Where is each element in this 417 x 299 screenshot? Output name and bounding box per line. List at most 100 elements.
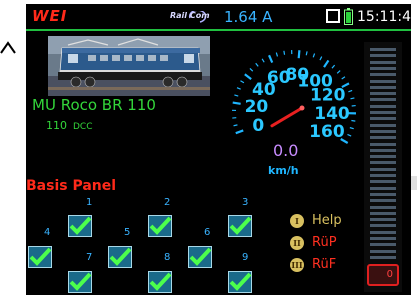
railcom-label: Rail Com (170, 11, 210, 20)
brand-label: WEI (32, 7, 68, 25)
speed-minor-tick (341, 76, 346, 80)
clock: 15:11:40 (357, 9, 411, 25)
speed-minor-tick (240, 80, 245, 84)
slider-notch (370, 211, 396, 215)
speed-minor-tick (275, 52, 279, 57)
speed-minor-tick (249, 67, 254, 72)
help-item-label: RüP (312, 235, 337, 250)
slider-notch (370, 161, 396, 165)
checkmark-icon (29, 247, 52, 266)
help-item-label: RüF (312, 257, 337, 272)
slider-notch (370, 243, 396, 247)
status-divider (26, 29, 411, 31)
roman-numeral-icon: II (290, 236, 304, 250)
function-checkbox-9[interactable] (228, 271, 252, 293)
speed-minor-tick (312, 53, 316, 58)
function-number: 3 (242, 197, 249, 208)
function-number: 8 (164, 252, 171, 263)
speed-needle (270, 106, 304, 128)
railcom-logo: Rail Com (170, 9, 210, 24)
checkmark-icon (229, 216, 252, 235)
loco-address: 110 DCC (46, 119, 93, 132)
function-checkbox-3[interactable] (228, 215, 252, 237)
function-checkbox-6[interactable] (188, 246, 212, 268)
speed-minor-tick (336, 70, 341, 74)
slider-notch (370, 199, 396, 203)
speed-minor-tick (351, 119, 356, 122)
slider-notch (370, 98, 396, 102)
controller-screen: WEI Rail Com 1.64 A 15:11:40 (26, 4, 411, 295)
checkmark-icon (149, 272, 172, 291)
current-readout: 1.64 A (224, 8, 273, 26)
slider-notch (370, 73, 396, 77)
slider-notch (370, 142, 396, 146)
speed-major-tick (232, 101, 241, 105)
speed-minor-tick (349, 127, 354, 130)
speed-minor-tick (347, 133, 352, 137)
locomotive-image[interactable] (48, 36, 210, 96)
slider-notch (370, 186, 396, 190)
help-item-help[interactable]: I Help (290, 213, 370, 229)
function-checkbox-1[interactable] (68, 215, 92, 237)
speed-minor-tick (331, 64, 336, 69)
speed-major-tick (268, 54, 274, 64)
loco-address-number: 110 (46, 119, 67, 132)
speed-minor-tick (283, 50, 286, 55)
checkmark-icon (229, 272, 252, 291)
speed-minor-tick (350, 97, 355, 100)
slider-notch (370, 180, 396, 184)
slider-notch (370, 218, 396, 222)
function-number: 5 (124, 227, 131, 238)
function-checkbox-5[interactable] (108, 246, 132, 268)
roman-numeral: I (295, 216, 299, 226)
checkmark-icon (69, 216, 92, 235)
slider-notch (370, 117, 396, 121)
speed-minor-tick (319, 56, 323, 61)
checkmark-icon (69, 272, 92, 291)
speed-major-tick (323, 59, 330, 68)
throttle-knob[interactable]: 0 (367, 264, 399, 286)
function-checkbox-4[interactable] (28, 246, 52, 268)
function-number: 2 (164, 197, 171, 208)
speed-tick-label: 160 (309, 122, 345, 142)
speed-value: 0.0 (273, 141, 299, 160)
slider-notch (370, 224, 396, 228)
slider-notch (370, 104, 396, 108)
function-checkbox-7[interactable] (68, 271, 92, 293)
speed-tick-label: 140 (314, 104, 350, 124)
slider-notch (370, 174, 396, 177)
battery-icon (344, 8, 353, 25)
slider-notch (370, 123, 396, 127)
slider-notch (370, 111, 396, 114)
speed-major-tick (297, 50, 301, 59)
panel-title: Basis Panel (26, 178, 117, 194)
checkmark-icon (109, 247, 132, 266)
power-status-icon[interactable] (326, 9, 340, 23)
speed-minor-tick (261, 58, 265, 63)
help-item-label: Help (312, 213, 342, 228)
slider-notch (370, 148, 396, 152)
throttle-value: 0 (386, 269, 393, 280)
slider-notch (370, 79, 396, 83)
speed-tick-label: 0 (252, 116, 264, 136)
slider-notch (370, 48, 396, 51)
slider-notch (370, 167, 396, 171)
function-number: 4 (44, 227, 51, 238)
help-item-rüp[interactable]: II RüP (290, 235, 370, 251)
function-number: 7 (86, 252, 93, 263)
function-number: 9 (242, 252, 249, 263)
roman-numeral: III (291, 260, 303, 270)
speed-minor-tick (234, 94, 239, 97)
needle-hub (299, 105, 305, 111)
slider-notch (370, 192, 396, 196)
function-checkbox-8[interactable] (148, 271, 172, 293)
loco-protocol: DCC (73, 122, 93, 132)
throttle-slider[interactable]: 0 (364, 42, 402, 292)
device-bezel: WEI Rail Com 1.64 A 15:11:40 (0, 0, 417, 299)
speedometer: 0 20 40 60 80 100 120 140 160 (216, 34, 376, 184)
function-checkbox-2[interactable] (148, 215, 172, 237)
help-item-rüf[interactable]: III RüF (290, 257, 370, 273)
loco-name[interactable]: MU Roco BR 110 (32, 96, 156, 114)
slider-notch (370, 92, 396, 96)
speed-unit: km/h (268, 164, 299, 177)
